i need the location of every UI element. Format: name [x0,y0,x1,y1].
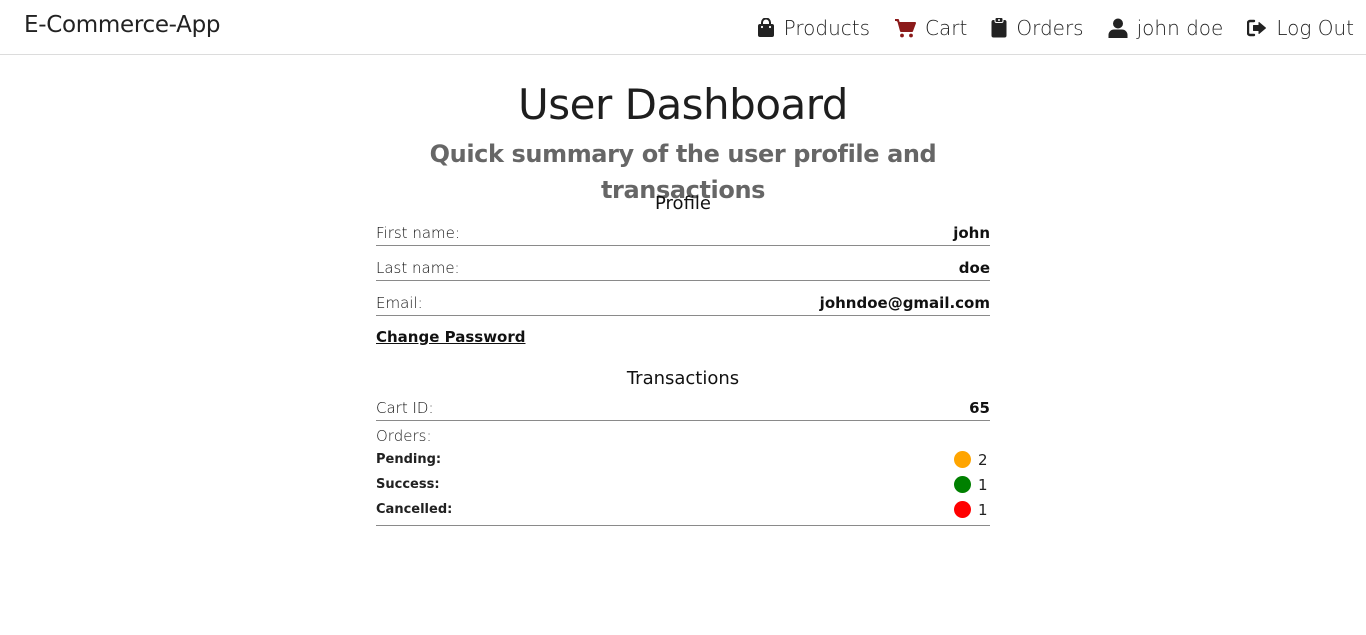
profile-first-name-row: First name: john [376,219,990,246]
nav-orders-link[interactable]: Orders [991,15,1084,40]
first-name-value: john [953,224,990,242]
order-status-cancelled: Cancelled: 1 [376,497,990,522]
pending-count: 2 [978,450,988,469]
navbar: E-Commerce-App Products Cart Orders john… [0,0,1366,55]
cart-id-value: 65 [969,399,990,417]
success-status-dot [954,476,971,493]
last-name-value: doe [958,259,990,277]
nav-orders-label: Orders [1016,15,1084,40]
nav-logout-link[interactable]: Log Out [1247,16,1354,40]
order-status-success: Success: 1 [376,472,990,497]
nav-products-label: Products [783,15,871,40]
success-count: 1 [978,475,988,494]
orders-label: Orders: [376,427,432,445]
change-password-link[interactable]: Change Password [376,328,526,346]
clipboard-icon [991,17,1007,38]
profile-heading: Profile [655,193,711,214]
nav-user-link[interactable]: john doe [1108,15,1224,40]
sign-out-icon [1247,19,1267,36]
profile-section: Profile First name: john Last name: doe … [376,191,990,346]
email-label: Email: [376,294,423,312]
first-name-label: First name: [376,224,460,242]
nav-products-link[interactable]: Products [757,16,870,40]
page-subtitle: Quick summary of the user profile and tr… [429,140,937,204]
order-status-pending: Pending: 2 [376,447,990,472]
cancelled-count: 1 [978,500,988,519]
profile-last-name-row: Last name: doe [376,254,990,281]
profile-email-row: Email: johndoe@gmail.com [376,289,990,316]
pending-status-dot [954,451,971,468]
cart-id-label: Cart ID: [376,399,434,417]
user-icon [1108,18,1128,38]
shopping-bag-icon [757,17,774,37]
brand-logo[interactable]: E-Commerce-App [24,12,221,38]
cart-icon [895,18,917,37]
last-name-label: Last name: [376,259,460,277]
nav-logout-label: Log Out [1276,15,1354,40]
cart-id-row: Cart ID: 65 [376,394,990,421]
transactions-section: Transactions Cart ID: 65 Orders: Pending… [376,366,990,526]
cancelled-label: Cancelled: [376,502,453,517]
page-title: User Dashboard [518,80,848,129]
nav-user-label: john doe [1136,15,1224,40]
success-label: Success: [376,477,440,492]
cancelled-status-dot [954,501,971,518]
dashboard-main: User Dashboard Quick summary of the user… [376,70,990,526]
nav-cart-label: Cart [925,15,968,40]
nav-cart-link[interactable]: Cart [894,16,967,40]
pending-label: Pending: [376,452,442,467]
email-value: johndoe@gmail.com [819,294,990,312]
orders-summary: Orders: Pending: 2 Success: 1 Cancelled: [376,425,990,526]
nav-menu: Products Cart Orders john doe Log Out [733,0,1354,55]
transactions-heading: Transactions [626,368,740,389]
